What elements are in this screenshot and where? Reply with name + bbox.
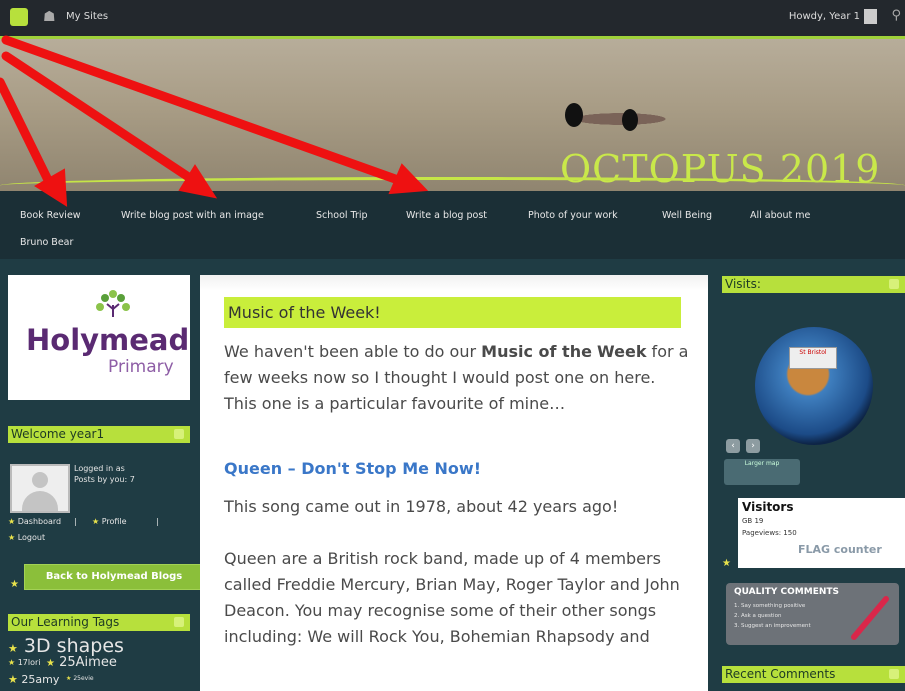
admin-bar: ☗ My Sites Howdy, Year 1 ⚲	[0, 0, 905, 36]
link-separator: |	[156, 517, 159, 526]
star-icon: ★	[8, 517, 16, 526]
location-marker: St Bristol	[789, 347, 837, 369]
pageviews-count: Pageviews: 150	[742, 529, 797, 537]
visitors-uk-count: GB 19	[742, 517, 764, 525]
star-icon: ★	[8, 658, 16, 667]
star-icon: ★	[8, 642, 18, 655]
content-top-shadow	[200, 275, 708, 291]
globe-next-button[interactable]: ›	[746, 439, 760, 453]
star-icon: ★	[10, 579, 19, 590]
posts-count: Posts by you: 7	[74, 475, 135, 484]
logged-in-label: Logged in as	[74, 464, 125, 473]
tag-link[interactable]: ★ 25amy	[8, 673, 59, 686]
tag-link[interactable]: ★ 25Aimee	[46, 655, 117, 670]
search-icon[interactable]: ⚲	[891, 8, 901, 23]
post-title[interactable]: Music of the Week!	[224, 297, 681, 328]
star-icon: ★	[722, 558, 731, 569]
song-link[interactable]: Queen – Don't Stop Me Now!	[224, 459, 481, 478]
post-content: Music of the Week! We haven't been able …	[200, 275, 708, 691]
post-paragraph: This song came out in 1978, about 42 yea…	[224, 497, 619, 516]
widget-toggle-icon[interactable]	[174, 429, 184, 439]
post-paragraph: We haven't been able to do our Music of …	[224, 342, 689, 413]
tag-label: 25evie	[73, 675, 94, 682]
back-to-blogs-button[interactable]: Back to Holymead Blogs	[24, 564, 204, 590]
tree-logo-icon	[96, 290, 130, 317]
recent-comments-text: Recent Comments	[725, 667, 836, 681]
howdy-user[interactable]: Howdy, Year 1	[789, 11, 860, 22]
recent-comments-title: Recent Comments	[722, 666, 905, 683]
qc-point: 1. Say something positive	[734, 603, 806, 609]
nav-item-all-about-me[interactable]: All about me	[750, 210, 810, 221]
tag-label: 25amy	[21, 673, 60, 686]
post-paragraph: Queen are a British rock band, made up o…	[224, 549, 680, 646]
widget-toggle-icon[interactable]	[889, 279, 899, 289]
tag-label: 3D shapes	[23, 635, 124, 657]
visits-widget-title: Visits:	[722, 276, 905, 293]
tag-link[interactable]: ★ 25evie	[66, 675, 94, 682]
flag-counter-logo: FLAG counter	[798, 543, 882, 556]
qc-point: 2. Ask a question	[734, 613, 782, 619]
tag-link[interactable]: ★ 17lori	[8, 658, 41, 667]
visitors-title: Visitors	[742, 500, 794, 514]
widget-toggle-icon[interactable]	[174, 617, 184, 627]
school-logo[interactable]: Holymead Primary	[8, 275, 190, 400]
tag-label: 25Aimee	[59, 655, 117, 670]
welcome-widget-title: Welcome year1	[8, 426, 190, 443]
qc-point: 3. Suggest an improvement	[734, 623, 811, 629]
octopus-eye	[622, 109, 638, 131]
learning-tags-title: Our Learning Tags	[8, 614, 190, 631]
profile-label: Profile	[101, 517, 127, 526]
wordpress-logo-icon[interactable]	[10, 8, 28, 26]
user-avatar	[10, 464, 70, 513]
my-sites-link[interactable]: My Sites	[66, 11, 108, 22]
pen-icon	[851, 596, 889, 640]
nav-item-write-blog-post-image[interactable]: Write blog post with an image	[121, 210, 264, 221]
nav-item-bruno-bear[interactable]: Bruno Bear	[20, 237, 73, 248]
qc-title: QUALITY COMMENTS	[734, 587, 839, 597]
visits-title-text: Visits:	[725, 277, 761, 291]
nav-item-book-review[interactable]: Book Review	[20, 210, 81, 221]
flag-counter-widget[interactable]: Visitors GB 19 Pageviews: 150 FLAG count…	[738, 498, 905, 568]
nav-item-school-trip[interactable]: School Trip	[316, 210, 368, 221]
main-navigation: Book Review Write blog post with an imag…	[0, 191, 905, 259]
link-separator: |	[74, 517, 77, 526]
user-avatar-icon[interactable]	[864, 9, 877, 24]
visitor-globe[interactable]: St Bristol	[755, 327, 873, 445]
star-icon: ★	[66, 675, 72, 682]
logout-link[interactable]: ★ Logout	[8, 533, 45, 542]
quality-comments-image: QUALITY COMMENTS 1. Say something positi…	[726, 583, 899, 645]
nav-item-photo-of-work[interactable]: Photo of your work	[528, 210, 618, 221]
logout-label: Logout	[17, 533, 46, 542]
logo-subtitle: Primary	[108, 357, 174, 377]
welcome-title-text: Welcome year1	[11, 427, 105, 441]
star-icon: ★	[8, 673, 18, 686]
star-icon: ★	[46, 658, 55, 669]
tag-label: 17lori	[17, 658, 41, 667]
globe-prev-button[interactable]: ‹	[726, 439, 740, 453]
star-icon: ★	[8, 533, 16, 542]
dashboard-link[interactable]: ★ Dashboard	[8, 517, 61, 526]
octopus-eye	[565, 103, 583, 127]
nav-item-write-blog-post[interactable]: Write a blog post	[406, 210, 487, 221]
profile-link[interactable]: ★ Profile	[92, 517, 127, 526]
tags-title-text: Our Learning Tags	[11, 615, 120, 629]
nav-item-well-being[interactable]: Well Being	[662, 210, 712, 221]
dashboard-label: Dashboard	[17, 517, 62, 526]
logo-name: Holymead	[26, 323, 190, 357]
site-header: OCTOPUS 2019	[0, 36, 905, 194]
tag-link[interactable]: ★ 3D shapes	[8, 635, 124, 657]
widget-toggle-icon[interactable]	[889, 669, 899, 679]
larger-map-button[interactable]: Larger map	[724, 459, 800, 485]
star-icon: ★	[92, 517, 100, 526]
my-sites-icon[interactable]: ☗	[43, 9, 56, 25]
